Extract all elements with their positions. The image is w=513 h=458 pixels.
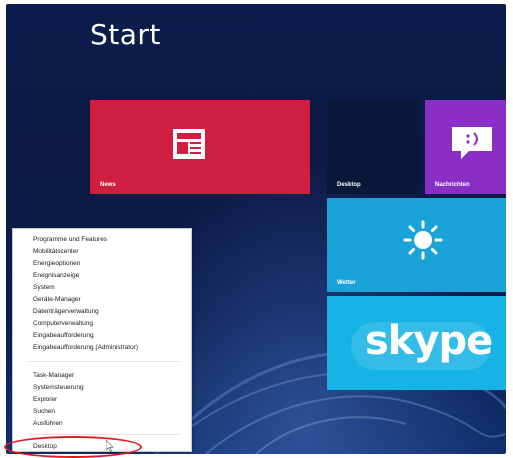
tile-label-nachrichten: Nachrichten bbox=[435, 182, 470, 188]
menu-item-ereignisanzeige[interactable]: Ereignisanzeige bbox=[33, 271, 79, 280]
menu-item-computerverwaltung[interactable]: Computerverwaltung bbox=[33, 319, 93, 328]
menu-item-system[interactable]: System bbox=[33, 283, 55, 292]
red-highlight-ellipse bbox=[4, 436, 142, 458]
tile-nachrichten[interactable]: Nachrichten bbox=[425, 100, 506, 194]
sun-icon bbox=[403, 220, 443, 260]
power-user-menu: Programme und Features Mobilitätscenter … bbox=[12, 228, 192, 452]
menu-item-explorer[interactable]: Explorer bbox=[33, 395, 57, 404]
menu-item-suchen[interactable]: Suchen bbox=[33, 407, 55, 416]
tile-skype[interactable]: skype bbox=[327, 296, 506, 390]
chat-bubble-icon bbox=[452, 127, 492, 159]
menu-item-task-manager[interactable]: Task-Manager bbox=[33, 371, 74, 380]
menu-item-systemsteuerung[interactable]: Systemsteuerung bbox=[33, 383, 84, 392]
menu-item-energieoptionen[interactable]: Energieoptionen bbox=[33, 259, 80, 268]
newspaper-icon bbox=[173, 129, 205, 159]
tile-wetter[interactable]: Wetter bbox=[327, 198, 506, 292]
tile-desktop[interactable]: Desktop bbox=[327, 100, 419, 194]
menu-separator bbox=[29, 434, 179, 435]
menu-item-programme-und-features[interactable]: Programme und Features bbox=[33, 235, 107, 244]
menu-separator bbox=[29, 361, 179, 362]
menu-item-datentraegerverwaltung[interactable]: Datenträgerverwaltung bbox=[33, 307, 99, 316]
tile-news[interactable]: News bbox=[90, 100, 310, 194]
menu-item-ausfuehren[interactable]: Ausführen bbox=[33, 419, 63, 428]
mouse-cursor-icon bbox=[106, 440, 114, 452]
menu-item-geraete-manager[interactable]: Geräte-Manager bbox=[33, 295, 81, 304]
menu-item-eingabeaufforderung-admin[interactable]: Eingabeaufforderung (Administrator) bbox=[33, 343, 138, 352]
tile-label-news: News bbox=[100, 182, 116, 188]
start-title: Start bbox=[90, 18, 161, 51]
skype-logo: skype bbox=[365, 318, 493, 364]
menu-item-eingabeaufforderung[interactable]: Eingabeaufforderung bbox=[33, 331, 94, 340]
tile-label-wetter: Wetter bbox=[337, 280, 356, 286]
menu-item-mobilitaetscenter[interactable]: Mobilitätscenter bbox=[33, 247, 79, 256]
tile-label-desktop: Desktop bbox=[337, 182, 361, 188]
